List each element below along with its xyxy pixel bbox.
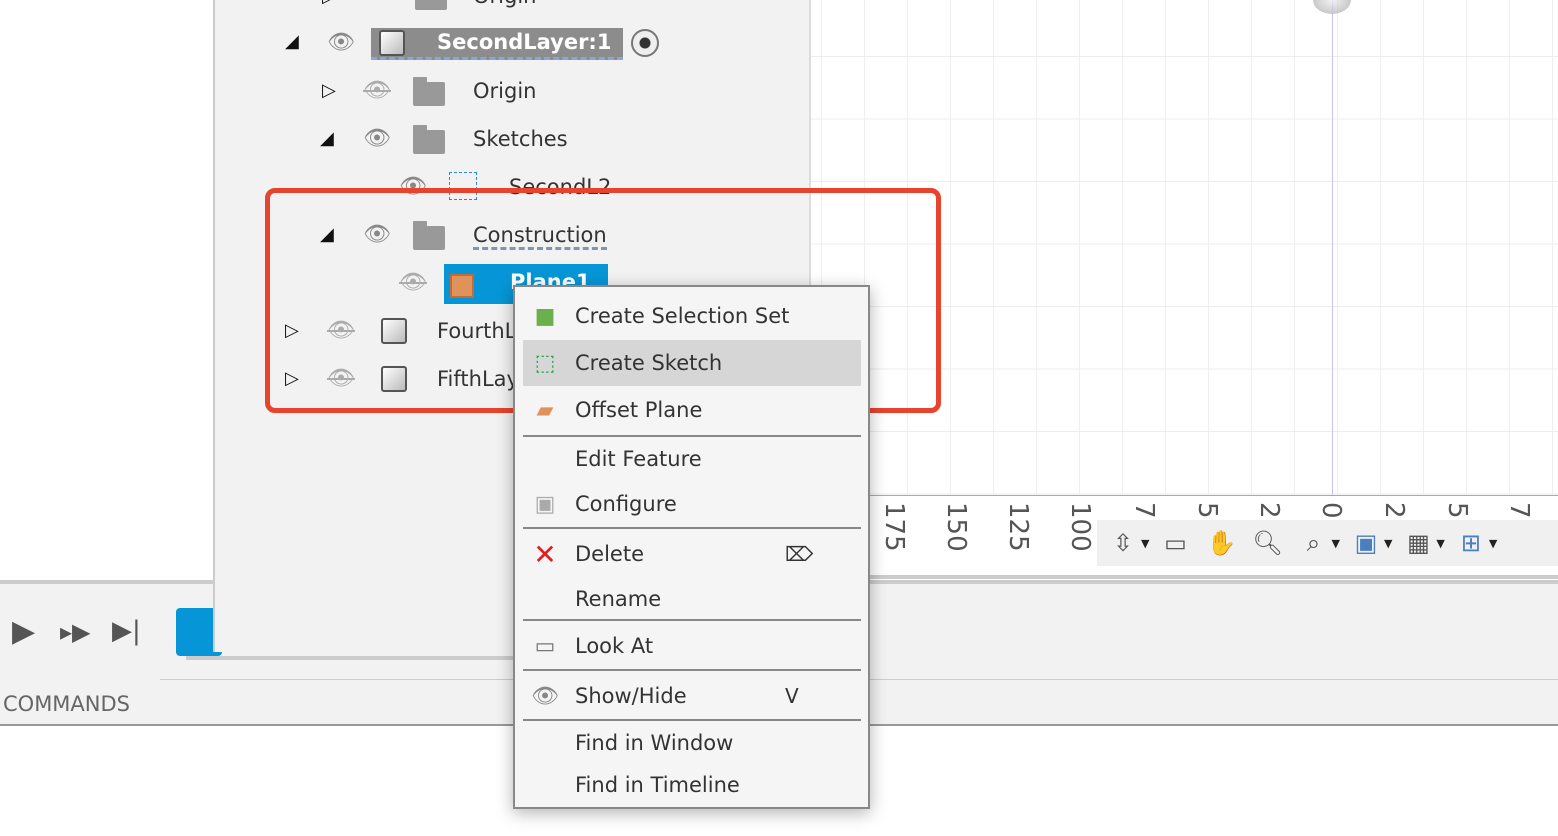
menu-item-label: Find in Window xyxy=(575,731,734,755)
menu-item-label: Edit Feature xyxy=(575,447,702,471)
expand-icon[interactable]: ▷ xyxy=(322,0,336,7)
ruler-label: 5 xyxy=(1192,502,1222,519)
grid-icon[interactable]: ▦ xyxy=(1398,529,1438,557)
menu-item-label: Offset Plane xyxy=(575,398,703,422)
y-axis-line xyxy=(1332,0,1333,495)
menu-item-look-at[interactable]: ▭ Look At xyxy=(523,623,861,669)
menu-item-label: Delete xyxy=(575,542,644,566)
chevron-down-icon[interactable]: ▼ xyxy=(1436,537,1444,550)
menu-item-offset-plane[interactable]: ▰ Offset Plane xyxy=(523,387,861,433)
folder-icon xyxy=(413,125,445,154)
menu-item-label: Configure xyxy=(575,492,677,516)
commands-label: COMMANDS xyxy=(3,692,131,716)
menu-item-rename[interactable]: Rename xyxy=(523,576,861,622)
component-icon xyxy=(379,30,405,56)
tree-item-label: SecondLayer:1 xyxy=(437,30,612,54)
tree-item-sketches[interactable]: Sketches xyxy=(473,127,568,151)
shortcut-label: V xyxy=(785,684,799,708)
ruler-label: 150 xyxy=(941,502,971,552)
menu-item-edit-feature[interactable]: Edit Feature xyxy=(523,436,861,482)
viewports-icon[interactable]: ⊞ xyxy=(1451,529,1491,557)
zoom-icon[interactable]: 🔍︎ xyxy=(1247,529,1287,557)
folder-icon xyxy=(413,77,445,106)
configure-icon: ▣ xyxy=(534,491,556,517)
menu-item-label: Create Sketch xyxy=(575,351,723,375)
eye-icon[interactable]: 👁︎ xyxy=(363,126,391,151)
menu-item-configure[interactable]: ▣ Configure xyxy=(523,481,861,527)
collapse-icon[interactable]: ◢ xyxy=(285,31,299,52)
navigation-bar: ⇳ ▼ ▭ ✋ 🔍︎ ⌕ ▼ ▣ ▼ ▦ ▼ ⊞ ▼ xyxy=(1097,520,1558,566)
eye-icon: 👁︎ xyxy=(531,683,559,709)
menu-item-find-in-timeline[interactable]: Find in Timeline xyxy=(523,762,861,808)
menu-separator xyxy=(523,527,861,529)
step-forward-icon[interactable]: ▸▶ xyxy=(60,618,91,646)
tree-item-origin[interactable]: Origin xyxy=(473,79,536,103)
chevron-down-icon[interactable]: ▼ xyxy=(1141,537,1149,550)
menu-item-create-sketch[interactable]: ⬚ Create Sketch xyxy=(523,340,861,386)
ruler-label: 175 xyxy=(879,502,909,552)
ruler-label: 2 xyxy=(1254,502,1284,519)
orbit-icon[interactable]: ⇳ xyxy=(1103,529,1143,557)
menu-item-create-selection-set[interactable]: ■ Create Selection Set xyxy=(523,293,861,339)
menu-item-show-hide[interactable]: 👁︎ Show/Hide V xyxy=(523,673,861,719)
eye-icon[interactable]: 👁︎ xyxy=(327,30,355,55)
menu-item-label: Create Selection Set xyxy=(575,304,790,328)
collapse-icon[interactable]: ◢ xyxy=(320,128,334,149)
pan-icon[interactable]: ✋ xyxy=(1201,529,1241,557)
display-settings-icon[interactable]: ▣ xyxy=(1346,529,1386,557)
shortcut-label: ⌦ xyxy=(785,542,814,566)
menu-item-delete[interactable]: ✕ Delete ⌦ xyxy=(523,531,861,577)
menu-separator xyxy=(523,619,861,621)
timeline-track[interactable] xyxy=(186,656,516,660)
folder-icon xyxy=(415,0,447,10)
menu-item-find-in-window[interactable]: Find in Window xyxy=(523,720,861,766)
activate-radio[interactable] xyxy=(631,29,659,57)
chevron-down-icon[interactable]: ▼ xyxy=(1331,537,1339,550)
create-sketch-icon: ⬚ xyxy=(534,350,556,376)
ruler-label: 100 xyxy=(1065,502,1095,552)
skip-to-end-icon[interactable]: ▶| xyxy=(112,616,141,646)
menu-separator xyxy=(523,669,861,671)
ruler-label: 0 xyxy=(1316,502,1346,519)
look-at-icon[interactable]: ▭ xyxy=(1155,529,1195,557)
ruler-label: 2 xyxy=(1379,502,1409,519)
play-icon[interactable]: ▶ xyxy=(12,614,35,649)
ruler-label: 7 xyxy=(1129,502,1159,519)
eye-hidden-icon[interactable]: 👁︎ xyxy=(363,78,391,103)
tree-item-origin[interactable]: Origin xyxy=(473,0,536,8)
delete-icon: ✕ xyxy=(533,537,557,571)
fit-icon[interactable]: ⌕ xyxy=(1293,529,1333,557)
selection-set-icon: ■ xyxy=(534,303,556,329)
chevron-down-icon[interactable]: ▼ xyxy=(1384,537,1392,550)
ruler-label: 125 xyxy=(1003,502,1033,552)
menu-item-label: Find in Timeline xyxy=(575,773,740,797)
tree-item-secondlayer[interactable]: SecondLayer:1 xyxy=(371,28,623,60)
menu-item-label: Look At xyxy=(575,634,654,658)
chevron-down-icon[interactable]: ▼ xyxy=(1489,537,1497,550)
ruler-label: 5 xyxy=(1442,502,1472,519)
offset-plane-icon: ▰ xyxy=(536,397,554,423)
menu-item-label: Rename xyxy=(575,587,662,611)
menu-item-label: Show/Hide xyxy=(575,684,687,708)
context-menu: ■ Create Selection Set ⬚ Create Sketch ▰ Of… xyxy=(513,285,870,809)
expand-icon[interactable]: ▷ xyxy=(322,80,336,101)
ruler-label: 7 xyxy=(1504,502,1534,519)
look-at-icon: ▭ xyxy=(534,633,556,659)
